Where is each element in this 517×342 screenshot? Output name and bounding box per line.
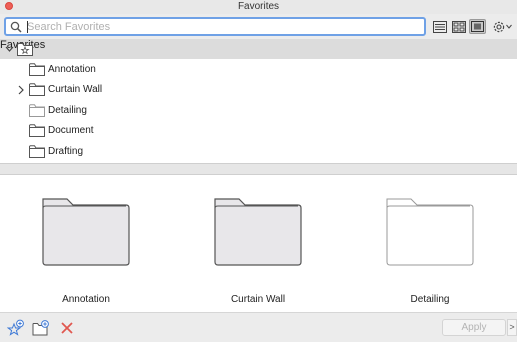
new-favorite-icon[interactable] (7, 319, 25, 337)
tree-item-label: Detailing (48, 105, 87, 116)
tree-item-label: Curtain Wall (48, 84, 103, 95)
toolbar (0, 14, 517, 39)
bottom-bar: Apply > (0, 312, 517, 342)
search-input[interactable] (27, 20, 417, 34)
gear-icon (493, 21, 505, 32)
tree-item-drafting[interactable]: Drafting (0, 142, 517, 162)
folder-icon (42, 198, 130, 266)
delete-icon[interactable] (58, 319, 76, 337)
grid-item-curtain-wall[interactable]: Curtain Wall (172, 175, 344, 312)
list-view-button[interactable] (431, 19, 448, 34)
preview-grid: Annotation Curtain Wall Detailing (0, 175, 517, 312)
tree-item-document[interactable]: Document (0, 121, 517, 141)
chevron-down-icon[interactable] (5, 46, 14, 52)
search-field[interactable] (4, 17, 426, 36)
window-title: Favorites (237, 1, 280, 12)
preview-view-icon (471, 21, 484, 32)
new-folder-icon[interactable] (32, 319, 50, 337)
tree-item-label: Drafting (48, 146, 84, 157)
grid-item-label: Curtain Wall (230, 294, 286, 305)
settings-menu-button[interactable] (489, 19, 515, 34)
tree-item-label: Annotation (48, 64, 96, 75)
columns-view-button[interactable] (450, 19, 467, 34)
folder-outline-icon (29, 104, 45, 117)
tree-item-detailing[interactable]: Detailing (0, 101, 517, 121)
favorites-folder-icon (17, 43, 33, 56)
grid-item-annotation[interactable]: Annotation (0, 175, 172, 312)
title-bar: Favorites (0, 0, 517, 14)
grid-item-detailing[interactable]: Detailing (344, 175, 516, 312)
tree-item-curtain-wall[interactable]: Curtain Wall (0, 80, 517, 100)
chevron-right-icon[interactable] (17, 85, 25, 95)
chevron-down-icon (506, 24, 512, 29)
tree-item-annotation[interactable]: Annotation (0, 60, 517, 80)
folder-icon (29, 63, 45, 76)
folder-icon (29, 145, 45, 158)
folder-outline-icon (386, 198, 474, 266)
pane-splitter[interactable] (0, 163, 517, 175)
tree-root-row[interactable]: Favorites (0, 39, 517, 59)
search-icon (10, 21, 22, 33)
favorites-tree: Favorites Annotation Curtain Wall Detail… (0, 39, 517, 163)
folder-icon (29, 83, 45, 96)
folder-icon (214, 198, 302, 266)
more-button[interactable]: > (507, 319, 517, 336)
grid-item-label: Detailing (410, 294, 450, 305)
folder-icon (29, 124, 45, 137)
list-view-icon (432, 20, 447, 33)
columns-view-icon (451, 20, 466, 33)
text-caret (27, 21, 28, 33)
apply-button[interactable]: Apply (442, 319, 506, 336)
tree-item-label: Document (48, 125, 94, 136)
preview-view-button[interactable] (469, 19, 486, 34)
grid-item-label: Annotation (62, 294, 110, 305)
